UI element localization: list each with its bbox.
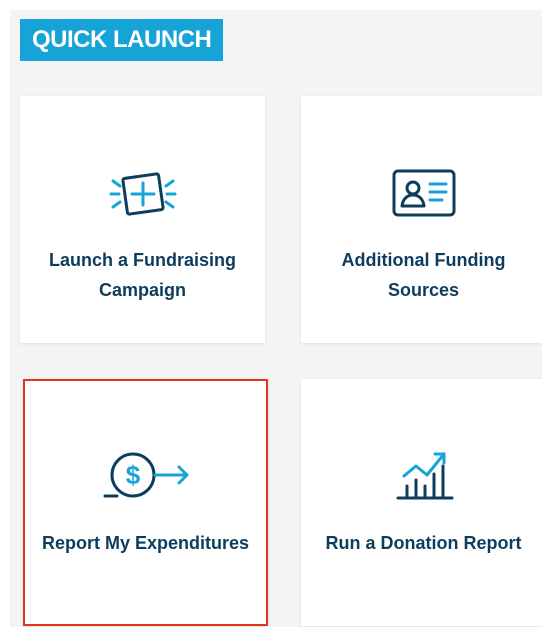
quick-launch-panel: QUICK LAUNCH Launch a Fundraising Campai… — [10, 10, 542, 627]
tile-label: Run a Donation Report — [325, 533, 522, 553]
quick-launch-title: QUICK LAUNCH — [20, 19, 224, 61]
dollar-arrow-icon: $ — [91, 437, 201, 517]
additional-funding-sources-tile[interactable]: Additional Funding Sources — [301, 96, 542, 343]
add-campaign-icon — [88, 154, 198, 234]
svg-text:$: $ — [125, 460, 140, 490]
run-donation-report-tile[interactable]: Run a Donation Report — [301, 379, 542, 626]
launch-fundraising-campaign-tile[interactable]: Launch a Fundraising Campaign — [20, 96, 265, 343]
report-my-expenditures-tile[interactable]: $ Report My Expenditures — [23, 379, 268, 626]
tile-label: Report My Expenditures — [41, 533, 250, 553]
tile-label: Additional Funding Sources — [341, 250, 506, 300]
id-card-icon — [369, 154, 479, 234]
tile-label: Launch a Fundraising Campaign — [48, 250, 236, 300]
growth-chart-icon — [369, 437, 479, 517]
